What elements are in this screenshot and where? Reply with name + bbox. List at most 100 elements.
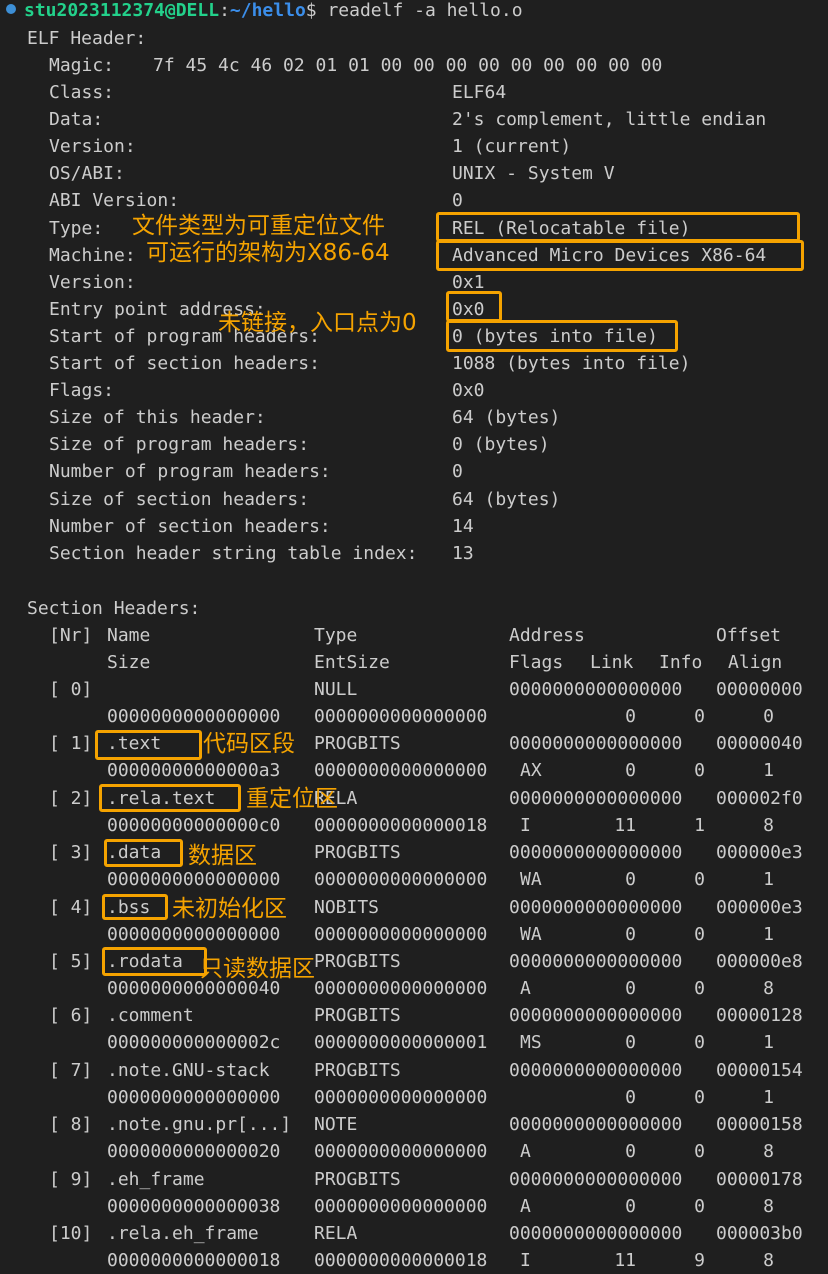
section-address: 0000000000000000 [509,896,683,918]
section-align: 8 [763,1195,774,1217]
elf-field-key: Data: [49,109,104,131]
section-link: 0 [625,1195,636,1217]
elf-field-value: 1088 (bytes into file) [452,353,691,374]
highlight-data-box [104,839,183,867]
annotation-machine: 可运行的架构为X86-64 [146,240,390,266]
section-nr: [ 6] [49,1005,93,1027]
elf-field-key: Version: [49,271,136,293]
section-entsize: 0000000000000018 [314,814,488,836]
section-flags: A [520,1141,531,1163]
section-size: 0000000000000000 [107,1086,281,1108]
annotation-rela-text: 重定位区 [246,786,338,812]
highlight-type-box [436,212,800,242]
section-nr: [ 8] [49,1114,93,1136]
section-nr: [ 4] [49,896,93,918]
section-name: .note.gnu.pr[...] [107,1114,292,1136]
section-flags: WA [520,923,542,945]
elf-field-key: Machine: [49,244,136,266]
section-nr: [ 9] [49,1168,93,1190]
elf-field-key: Class: [49,82,115,103]
section-type: RELA [314,1223,358,1244]
section-size: 0000000000000000 [107,706,281,727]
prompt-symbol: $ [305,0,317,21]
section-offset: 00000040 [716,733,803,755]
section-offset: 000000e3 [716,842,803,864]
section-align: 1 [763,923,774,945]
highlight-rodata-box [102,947,207,976]
section-type: PROGBITS [314,951,401,972]
prompt-separator: : [219,0,230,21]
section-info: 0 [694,1141,705,1163]
section-link: 11 [614,814,636,836]
highlight-machine-box [436,240,804,271]
section-type: NOTE [314,1114,358,1136]
section-address: 0000000000000000 [509,842,683,864]
section-address: 0000000000000000 [509,951,683,972]
section-name: .rela.eh_frame [107,1223,259,1244]
section-size: 00000000000000c0 [107,814,281,836]
elf-field-value: 1 (current) [452,136,572,158]
section-type: NULL [314,679,358,700]
section-info: 0 [694,923,705,945]
section-link: 0 [625,1086,636,1108]
section-address: 0000000000000000 [509,1005,683,1027]
section-address: 0000000000000000 [509,1168,683,1190]
col-name: Name [107,625,151,646]
elf-field-value: 64 (bytes) [452,407,561,429]
prompt-line: stu2023112374@DELL:~/hello$ readelf -a h… [0,0,828,27]
elf-field-key: OS/ABI: [49,163,125,185]
section-name: .eh_frame [107,1168,205,1190]
magic-value: 7f 45 4c 46 02 01 01 00 00 00 00 00 00 0… [153,55,663,76]
section-type: PROGBITS [314,1059,401,1081]
prompt-user-host: stu2023112374@DELL [24,0,220,21]
section-link: 0 [625,1032,636,1054]
col-type: Type [314,625,358,646]
highlight-progheaders-box [446,320,678,352]
section-entsize: 0000000000000001 [314,1032,488,1054]
section-type: PROGBITS [314,1168,401,1190]
section-align: 1 [763,760,774,782]
section-flags: MS [520,1032,542,1054]
elf-field-value: ELF64 [452,82,507,103]
section-link: 0 [625,978,636,999]
section-address: 0000000000000000 [509,1059,683,1081]
annotation-rodata: 只读数据区 [200,956,315,982]
section-flags: A [520,978,531,999]
elf-field-value: 2's complement, little endian [452,109,767,131]
elf-field-key: Number of program headers: [49,461,331,483]
col-address: Address [509,625,585,646]
section-link: 0 [625,1141,636,1163]
section-offset: 000000e8 [716,951,803,972]
section-nr: [ 2] [49,787,93,809]
section-align: 8 [763,1141,774,1163]
section-address: 0000000000000000 [509,733,683,755]
section-nr: [ 7] [49,1059,93,1081]
section-offset: 00000178 [716,1168,803,1190]
elf-field-key: Section header string table index: [49,542,418,564]
section-link: 0 [625,869,636,891]
section-entsize: 0000000000000000 [314,760,488,782]
section-info: 1 [694,814,705,836]
elf-field-key: Size of program headers: [49,434,310,456]
elf-field-key: Size of section headers: [49,488,310,510]
section-info: 0 [694,1086,705,1108]
elf-field-key: Type: [49,217,104,239]
section-align: 0 [763,706,774,727]
section-headers-title: Section Headers: [27,598,201,619]
section-address: 0000000000000000 [509,679,683,700]
section-address: 0000000000000000 [509,1114,683,1136]
section-nr: [ 5] [49,951,93,972]
section-entsize: 0000000000000000 [314,706,488,727]
col-nr: [Nr] [49,625,93,646]
section-entsize: 0000000000000000 [314,1086,488,1108]
elf-field-value: 14 [452,515,474,537]
section-flags: WA [520,869,542,891]
col-offset: Offset [716,625,782,646]
section-align: 1 [763,1032,774,1054]
terminal-panel[interactable]: stu2023112374@DELL:~/hello$ readelf -a h… [0,0,828,1271]
section-offset: 000003b0 [716,1223,803,1244]
elf-field-value: 64 (bytes) [452,488,561,510]
section-entsize: 0000000000000000 [314,869,488,891]
section-offset: 00000000 [716,679,803,700]
elf-field-value: 0x0 [452,380,485,402]
